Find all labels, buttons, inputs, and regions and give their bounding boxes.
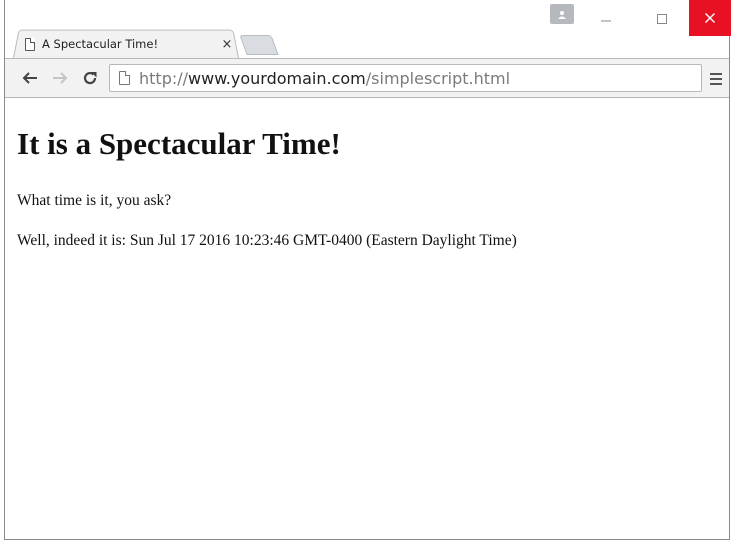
new-tab-button[interactable] bbox=[239, 35, 279, 55]
tab-close-icon[interactable]: × bbox=[219, 37, 235, 52]
tab-title: A Spectacular Time! bbox=[42, 37, 159, 51]
answer-text: Well, indeed it is: Sun Jul 17 2016 10:2… bbox=[17, 232, 517, 249]
title-bar: A Spectacular Time! × bbox=[5, 0, 731, 58]
menu-bar bbox=[710, 73, 722, 75]
question-text: What time is it, you ask? bbox=[17, 192, 172, 209]
hamburger-menu-icon[interactable] bbox=[705, 69, 727, 89]
page-icon bbox=[25, 37, 35, 51]
reload-button[interactable] bbox=[79, 67, 101, 89]
maximize-button[interactable] bbox=[639, 2, 685, 36]
arrow-right-icon bbox=[53, 72, 68, 84]
browser-window: A Spectacular Time! × http:// www.yourdo… bbox=[4, 0, 731, 540]
back-button[interactable] bbox=[19, 67, 41, 89]
url-scheme: http:// bbox=[139, 68, 189, 88]
page-heading: It is a Spectacular Time! bbox=[17, 126, 341, 161]
arrow-left-icon bbox=[22, 72, 37, 84]
url-path: /simplescript.html bbox=[365, 68, 511, 88]
page-icon bbox=[119, 71, 130, 85]
menu-bar bbox=[710, 83, 722, 85]
address-bar[interactable]: http://www.yourdomain.com/simplescript.h… bbox=[109, 64, 702, 92]
user-profile-icon[interactable] bbox=[550, 4, 574, 24]
page-content: It is a Spectacular Time! What time is i… bbox=[5, 98, 729, 539]
menu-bar bbox=[710, 78, 722, 80]
url-domain: www.yourdomain.com bbox=[188, 68, 366, 88]
minimize-button[interactable] bbox=[583, 2, 629, 36]
reload-icon bbox=[83, 71, 97, 85]
tab-active[interactable]: A Spectacular Time! × bbox=[25, 32, 235, 56]
forward-button[interactable] bbox=[49, 67, 71, 89]
browser-toolbar: http://www.yourdomain.com/simplescript.h… bbox=[5, 58, 729, 98]
close-window-button[interactable] bbox=[689, 0, 731, 36]
